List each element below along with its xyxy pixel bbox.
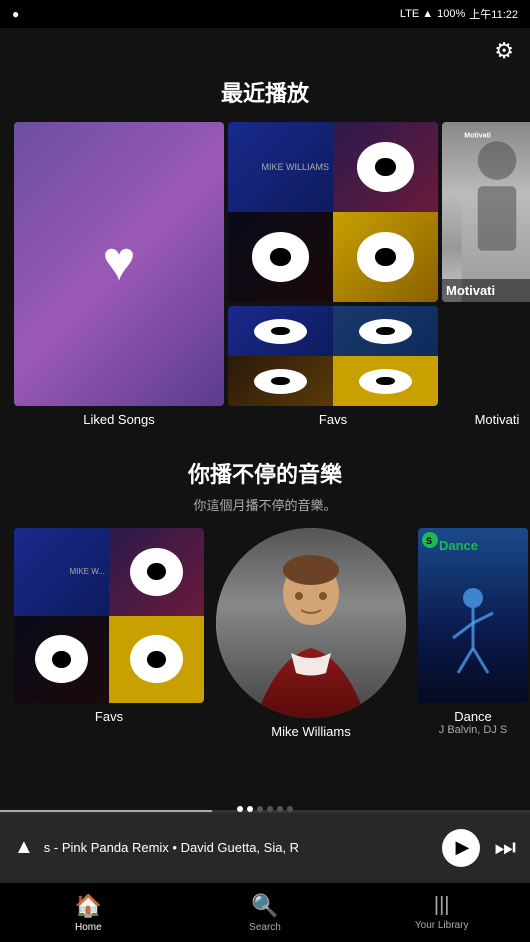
favs-label: Favs (228, 412, 438, 427)
motivati-label-below: Motivati (442, 412, 530, 427)
section-divider (0, 427, 530, 457)
fp-tile-4 (109, 616, 204, 704)
motivati-text: Motivati (446, 283, 495, 298)
recent-section: 最近播放 ♥ MIKE WILLIAMS (0, 76, 530, 427)
main-content: ⚙ 最近播放 ♥ MIKE WILLIAMS (0, 28, 530, 752)
motivati-card[interactable]: Motivati Motivati (442, 122, 530, 302)
svg-text:Motivati: Motivati (464, 132, 491, 139)
fp-tile-3 (14, 616, 109, 704)
nav-library[interactable]: ||| Your Library (353, 883, 530, 942)
now-playing-bar[interactable]: ▲ s - Pink Panda Remix • David Guetta, S… (0, 812, 530, 882)
spotify-logo: ● (12, 7, 19, 21)
home-label: Home (75, 922, 102, 933)
favs-b-tile-3 (228, 356, 333, 406)
now-playing-controls: ▶ ⏭ (442, 829, 516, 867)
dance-card[interactable]: Dance S Dance J Balvin, DJ S (418, 528, 528, 739)
skip-button[interactable]: ⏭ (494, 834, 516, 862)
cards-row: MIKE W... (14, 528, 516, 739)
search-icon: 🔍 (251, 893, 278, 919)
bottom-nav: 🏠 Home 🔍 Search ||| Your Library (0, 882, 530, 942)
motivati-figure: Motivati (442, 122, 530, 302)
settings-icon[interactable]: ⚙ (494, 38, 514, 64)
favs-b-tile-1 (228, 306, 333, 356)
favs-play-img: MIKE W... (14, 528, 204, 703)
favs-tile-1: MIKE WILLIAMS (228, 122, 333, 212)
mike-williams-card[interactable]: Mike Williams (216, 528, 406, 739)
favs-tile-3 (228, 212, 333, 302)
nav-search[interactable]: 🔍 Search (177, 883, 354, 942)
favs-card-label: Favs (95, 709, 123, 724)
you-play-subtitle: 你這個月播不停的音樂。 (14, 495, 516, 514)
battery-indicator: 100% (437, 8, 465, 20)
svg-text:Dance: Dance (439, 538, 478, 553)
motivati-label: Motivati (442, 279, 530, 302)
liked-songs-card[interactable]: ♥ (14, 122, 224, 406)
home-icon: 🏠 (75, 893, 102, 919)
now-playing-track: s - Pink Panda Remix • David Guetta, Sia… (44, 840, 299, 855)
now-playing-left: ▲ s - Pink Panda Remix • David Guetta, S… (14, 836, 442, 859)
dance-card-img: Dance S (418, 528, 528, 703)
play-button[interactable]: ▶ (442, 829, 480, 867)
now-playing-title: s - Pink Panda Remix • David Guetta, Sia… (44, 840, 299, 855)
heart-icon: ♥ (102, 228, 135, 293)
favs-bottom-card[interactable] (228, 306, 438, 406)
status-bar: ● LTE ▲ 100% 上午11:22 (0, 0, 530, 28)
liked-songs-label: Liked Songs (14, 412, 224, 427)
mike-williams-img (216, 528, 406, 718)
dance-sublabel: J Balvin, DJ S (439, 724, 507, 736)
recent-grid: ♥ MIKE WILLIAMS (0, 122, 530, 406)
favs-tile-2 (333, 122, 438, 212)
fp-tile-2 (109, 528, 204, 616)
mike-williams-label: Mike Williams (271, 724, 350, 739)
play-icon: ▶ (455, 837, 469, 858)
search-label: Search (249, 922, 281, 933)
svg-text:S: S (426, 536, 432, 546)
favs-recent-card[interactable]: MIKE WILLIAMS (228, 122, 438, 302)
favs-tile-4 (333, 212, 438, 302)
you-play-section: 你播不停的音樂 你這個月播不停的音樂。 MIKE W... (0, 457, 530, 739)
fp-tile-1: MIKE W... (14, 528, 109, 616)
library-label: Your Library (415, 920, 469, 931)
time-display: 上午11:22 (469, 6, 518, 22)
favs-b-tile-2 (333, 306, 438, 356)
favs-b-tile-4 (333, 356, 438, 406)
recent-labels: Liked Songs Favs Motivati (0, 406, 530, 427)
signal-indicator: LTE ▲ (400, 8, 433, 20)
library-icon: ||| (434, 894, 450, 917)
recent-title: 最近播放 (0, 76, 530, 108)
header-bar: ⚙ (0, 28, 530, 68)
you-play-title: 你播不停的音樂 (14, 457, 516, 489)
favs-play-card[interactable]: MIKE W... (14, 528, 204, 739)
expand-icon[interactable]: ▲ (14, 836, 34, 859)
dance-label: Dance (454, 709, 492, 724)
nav-home[interactable]: 🏠 Home (0, 883, 177, 942)
